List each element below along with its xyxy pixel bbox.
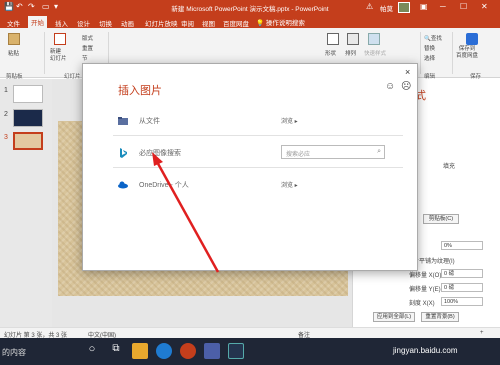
app-icon[interactable] bbox=[204, 343, 220, 359]
paste-label[interactable]: 粘贴 bbox=[8, 49, 19, 57]
transparency-field[interactable]: 0% bbox=[441, 241, 483, 250]
find-label: 查找 bbox=[430, 36, 442, 42]
zoom-in-button[interactable]: + bbox=[480, 330, 484, 336]
close-icon[interactable]: × bbox=[405, 67, 410, 77]
task-view-icon[interactable]: ⧉ bbox=[108, 343, 124, 359]
quick-styles-icon[interactable] bbox=[368, 33, 380, 45]
new-slide-label[interactable]: 新建 幻灯片 bbox=[50, 49, 67, 63]
fill-option-partial: 填充 bbox=[443, 164, 456, 170]
status-bar: 幻灯片 第 3 张，共 3 张 中文(中国) 备注 + bbox=[0, 327, 500, 339]
bing-icon bbox=[117, 147, 129, 159]
offset-y-label: 偏移量 Y(E) bbox=[409, 287, 441, 293]
baidu-netdisk-icon[interactable] bbox=[466, 33, 478, 45]
dialog-title: 插入图片 bbox=[118, 85, 162, 97]
bing-search-input[interactable]: 搜索必应 ⌕ bbox=[281, 145, 385, 159]
divider bbox=[420, 32, 421, 74]
minimize-icon[interactable]: ─ bbox=[440, 2, 446, 11]
shape-label[interactable]: 形状 bbox=[325, 49, 336, 57]
smile-feedback-icon[interactable]: ☺ bbox=[385, 81, 395, 92]
watermark: jingyan.baidu.com bbox=[393, 346, 458, 355]
find-button[interactable]: 🔍查找 bbox=[424, 34, 442, 42]
save-to-baidu-label[interactable]: 保存到 百度网盘 bbox=[456, 46, 478, 60]
bing-search-label: 必应图像搜索 bbox=[139, 150, 181, 157]
apply-to-all-button[interactable]: 应用到全部(L) bbox=[373, 312, 415, 322]
section-button[interactable]: 节 bbox=[82, 54, 88, 62]
divider bbox=[452, 32, 453, 74]
layout-button[interactable]: 版式 bbox=[82, 34, 93, 42]
slide-thumbnail-2[interactable] bbox=[13, 109, 43, 127]
from-file-label: 从文件 bbox=[139, 118, 160, 125]
scale-x-field[interactable]: 100% bbox=[441, 297, 483, 306]
avatar[interactable] bbox=[398, 2, 410, 13]
quick-styles-label[interactable]: 快速样式 bbox=[364, 49, 386, 57]
find-icon: 🔍 bbox=[424, 36, 431, 42]
tell-me-search[interactable]: 💡 操作说明搜索 bbox=[256, 17, 305, 27]
slide-thumbnail-1[interactable] bbox=[13, 85, 43, 103]
thumb-number: 3 bbox=[4, 134, 8, 141]
browse-button[interactable]: 浏览 ▸ bbox=[281, 116, 298, 125]
ribbon-tabs: 文件 开始 插入 设计 切换 动画 幻灯片放映 审阅 视图 百度网盘 💡 操作说… bbox=[0, 15, 500, 28]
search-icon[interactable]: ⌕ bbox=[377, 148, 381, 156]
search-box-text[interactable]: 的内容 bbox=[2, 347, 26, 358]
close-window-icon[interactable]: ✕ bbox=[481, 2, 488, 11]
slide-thumbnail-3[interactable] bbox=[13, 132, 43, 150]
frown-feedback-icon[interactable]: ☹ bbox=[401, 81, 411, 92]
search-placeholder: 搜索必应 bbox=[286, 152, 311, 158]
tab-home[interactable]: 开始 bbox=[28, 16, 47, 28]
insert-picture-dialog: × 插入图片 ☺ ☹ 从文件 浏览 ▸ 必应图像搜索 搜索必应 ⌕ OneDri… bbox=[82, 63, 418, 271]
replace-button[interactable]: 替换 bbox=[424, 44, 435, 52]
cortana-icon[interactable]: ○ bbox=[84, 343, 100, 359]
offset-x-label: 偏移量 X(O) bbox=[409, 273, 442, 279]
browse-button[interactable]: 浏览 ▸ bbox=[281, 180, 298, 189]
title-bar: 💾 ↶ ↷ ▭ ▾ 新建 Microsoft PowerPoint 演示文稿.p… bbox=[0, 0, 500, 15]
edge-icon[interactable] bbox=[156, 343, 172, 359]
slide-thumbnails-pane: 1 2 3 bbox=[0, 79, 52, 327]
select-button[interactable]: 选择 bbox=[424, 54, 435, 62]
scale-x-label: 刻度 X(X) bbox=[409, 301, 435, 307]
thumb-number: 2 bbox=[4, 111, 8, 118]
app-icon-2[interactable] bbox=[228, 343, 244, 359]
lightbulb-icon: 💡 bbox=[256, 20, 265, 27]
from-file-row[interactable]: 从文件 浏览 ▸ bbox=[113, 106, 403, 136]
maximize-icon[interactable]: ☐ bbox=[460, 2, 467, 11]
reset-button[interactable]: 重置 bbox=[82, 44, 93, 52]
powerpoint-taskbar-icon[interactable] bbox=[180, 343, 196, 359]
new-slide-icon[interactable] bbox=[54, 33, 66, 45]
paste-icon[interactable] bbox=[8, 33, 20, 45]
arrange-icon[interactable] bbox=[347, 33, 359, 45]
onedrive-row[interactable]: OneDrive - 个人 浏览 ▸ bbox=[113, 170, 403, 200]
user-name[interactable]: 帕莫 bbox=[380, 3, 393, 13]
divider bbox=[44, 32, 45, 74]
thumb-number: 1 bbox=[4, 87, 8, 94]
shape-icon[interactable] bbox=[327, 33, 339, 45]
arrange-label[interactable]: 排列 bbox=[345, 49, 356, 57]
reset-background-button[interactable]: 重置背景(B) bbox=[421, 312, 459, 322]
onedrive-icon bbox=[117, 179, 129, 191]
ribbon-options-icon[interactable]: ▣ bbox=[420, 2, 428, 11]
tell-me-label: 操作说明搜索 bbox=[265, 20, 305, 27]
onedrive-label: OneDrive - 个人 bbox=[139, 182, 189, 189]
offset-y-field[interactable]: 0 磅 bbox=[441, 283, 483, 292]
folder-icon bbox=[117, 115, 129, 127]
clipboard-button[interactable]: 剪贴板(C) bbox=[423, 214, 459, 224]
offset-x-field[interactable]: 0 磅 bbox=[441, 269, 483, 278]
warning-icon[interactable]: ⚠ bbox=[366, 2, 373, 11]
bing-search-row[interactable]: 必应图像搜索 搜索必应 ⌕ bbox=[113, 138, 403, 168]
file-explorer-icon[interactable] bbox=[132, 343, 148, 359]
